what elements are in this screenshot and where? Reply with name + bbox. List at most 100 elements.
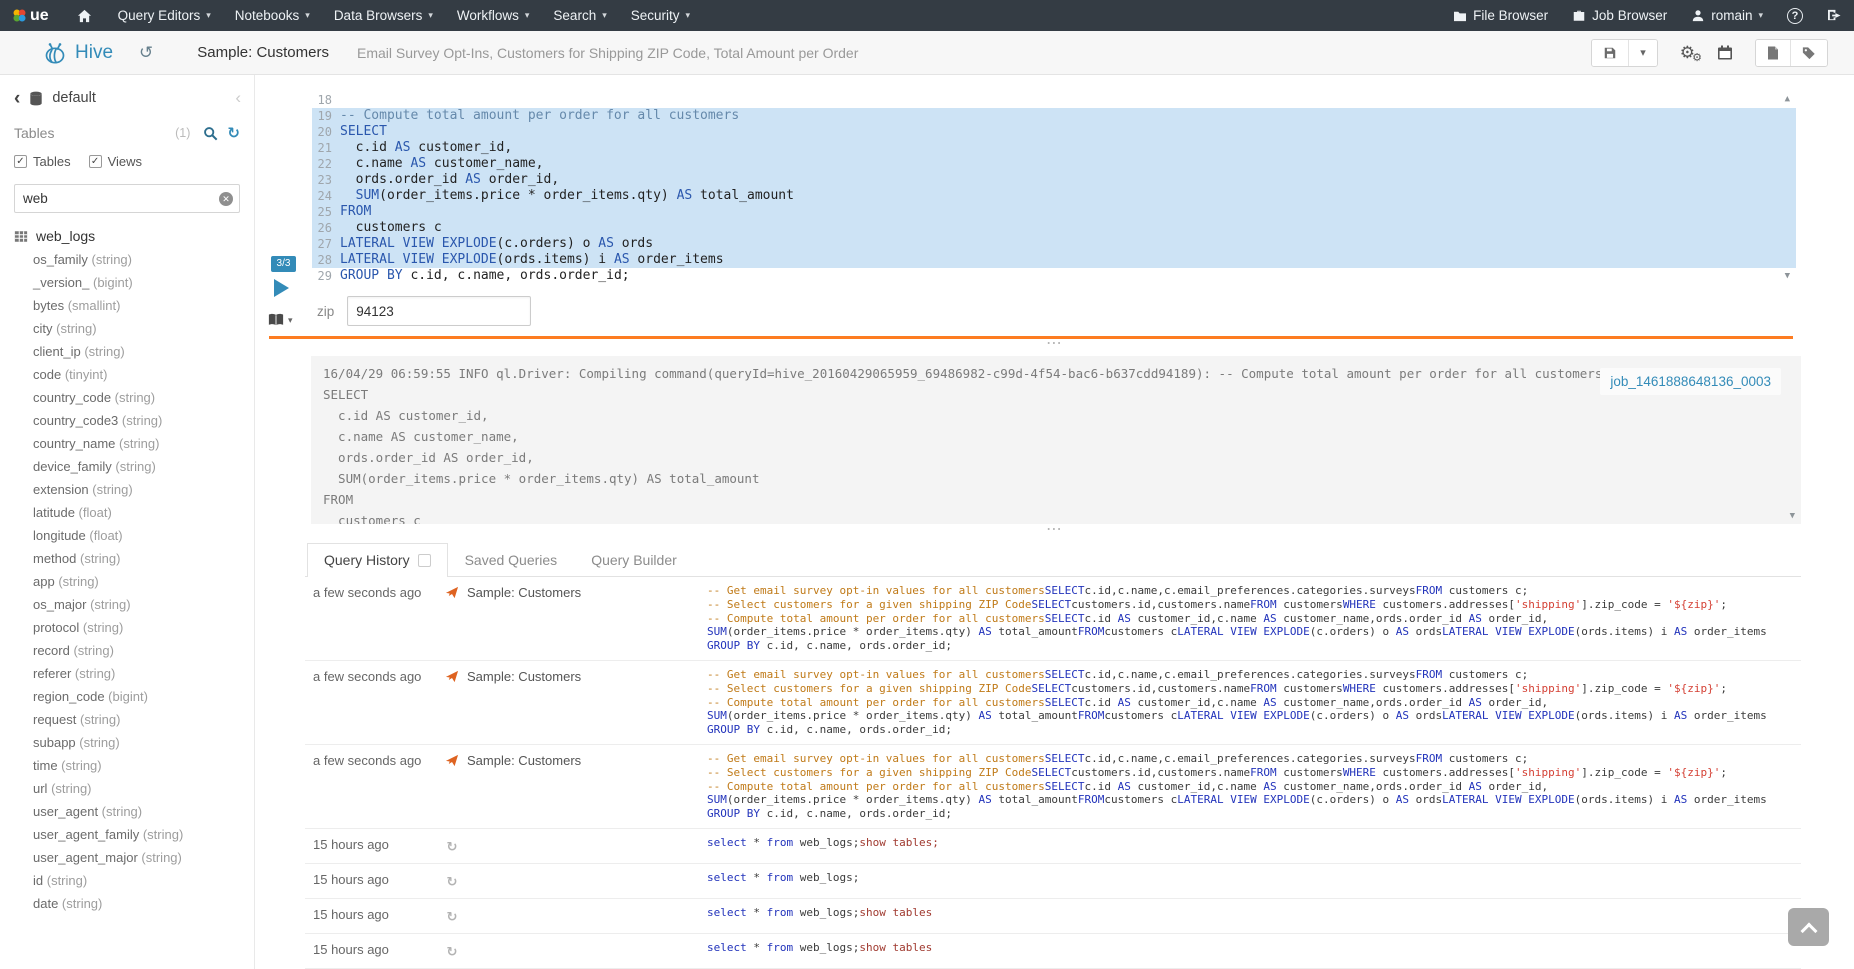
column-item[interactable]: os_major (string) (0, 593, 254, 616)
tab[interactable]: Query History (307, 543, 448, 577)
history-query-sql[interactable]: select * from web_logs;show tables (707, 941, 1801, 955)
topnav-menu[interactable]: Notebooks ▾ (223, 0, 322, 31)
editor-line[interactable]: 19 -- Compute total amount per order for… (312, 108, 1796, 124)
column-item[interactable]: os_family (string) (0, 248, 254, 271)
app-name[interactable]: Hive (75, 42, 113, 64)
history-row[interactable]: 15 hours ago ↻ select * from web_logs;sh… (305, 829, 1801, 864)
job-link[interactable]: job_1461888648136_0003 (1600, 368, 1781, 395)
column-item[interactable]: client_ip (string) (0, 340, 254, 363)
history-row[interactable]: a few seconds ago ↻ Sample: Customers --… (305, 745, 1801, 829)
column-item[interactable]: device_family (string) (0, 455, 254, 478)
history-query-name[interactable] (467, 871, 707, 872)
column-item[interactable]: user_agent_family (string) (0, 823, 254, 846)
variable-input[interactable] (347, 296, 531, 326)
column-item[interactable]: request (string) (0, 708, 254, 731)
column-item[interactable]: time (string) (0, 754, 254, 777)
tags-button[interactable] (1791, 40, 1827, 66)
history-query-sql[interactable]: select * from web_logs;show tables; (707, 836, 1801, 850)
column-item[interactable]: code (tinyint) (0, 363, 254, 386)
editor-line[interactable]: 29 GROUP BY c.id, c.name, ords.order_id; (312, 268, 1796, 284)
document-button[interactable] (1756, 40, 1791, 66)
editor-line[interactable]: 20 SELECT (312, 124, 1796, 140)
column-item[interactable]: method (string) (0, 547, 254, 570)
back-chevron[interactable]: ‹ (14, 89, 20, 108)
column-item[interactable]: user_agent_major (string) (0, 846, 254, 869)
editor-line[interactable]: 23 ords.order_id AS order_id, (312, 172, 1796, 188)
job-browser-button[interactable]: Job Browser (1560, 0, 1679, 31)
history-query-sql[interactable]: -- Get email survey opt-in values for al… (707, 668, 1801, 737)
history-row[interactable]: 15 hours ago ↻ select * from web_logs;sh… (305, 934, 1801, 969)
tab[interactable]: Saved Queries (448, 543, 575, 577)
home-button[interactable] (63, 0, 106, 31)
tables-checkbox[interactable]: ✓ Tables (14, 154, 71, 169)
editor-line[interactable]: 21 c.id AS customer_id, (312, 140, 1796, 156)
column-item[interactable]: user_agent (string) (0, 800, 254, 823)
editor-line[interactable]: 25 FROM (312, 204, 1796, 220)
scroll-to-top-button[interactable] (1788, 908, 1829, 946)
resize-grip[interactable]: ⋯ (1046, 339, 1063, 349)
editor-scroll-up-arrow[interactable]: ▲ (1785, 95, 1790, 104)
editor-line[interactable]: 28 LATERAL VIEW EXPLODE(ords.items) i AS… (312, 252, 1796, 268)
settings-gears-button[interactable]: ⚙⚙ (1680, 44, 1695, 61)
code-editor[interactable]: 18 19 -- Compute total amount per order … (312, 92, 1796, 286)
column-item[interactable]: app (string) (0, 570, 254, 593)
documentation-book-button[interactable]: ▾ (268, 313, 293, 327)
column-item[interactable]: _version_ (bigint) (0, 271, 254, 294)
column-item[interactable]: record (string) (0, 639, 254, 662)
save-button[interactable] (1592, 40, 1629, 66)
table-search-input[interactable] (14, 184, 240, 213)
execute-button[interactable] (274, 279, 289, 297)
history-query-sql[interactable]: select * from web_logs; (707, 871, 1801, 885)
editor-line[interactable]: 26 customers c (312, 220, 1796, 236)
history-query-name[interactable]: Sample: Customers (467, 584, 707, 600)
topnav-menu[interactable]: Query Editors ▾ (106, 0, 223, 31)
search-icon[interactable] (203, 126, 218, 141)
log-scroll-down-arrow[interactable]: ▼ (1790, 512, 1795, 521)
topnav-menu[interactable]: Security ▾ (619, 0, 702, 31)
save-options-button[interactable]: ▾ (1629, 40, 1657, 66)
editor-line[interactable]: 27 LATERAL VIEW EXPLODE(c.orders) o AS o… (312, 236, 1796, 252)
history-row[interactable]: a few seconds ago ↻ Sample: Customers --… (305, 577, 1801, 661)
editor-line[interactable]: 24 SUM(order_items.price * order_items.q… (312, 188, 1796, 204)
editor-line[interactable]: 22 c.name AS customer_name, (312, 156, 1796, 172)
topnav-menu[interactable]: Data Browsers ▾ (322, 0, 445, 31)
schedule-calendar-button[interactable] (1717, 45, 1733, 60)
views-checkbox[interactable]: ✓ Views (89, 154, 142, 169)
history-row[interactable]: a few seconds ago ↻ Sample: Customers --… (305, 661, 1801, 745)
column-item[interactable]: extension (string) (0, 478, 254, 501)
history-query-name[interactable] (467, 941, 707, 942)
column-item[interactable]: referer (string) (0, 662, 254, 685)
history-row[interactable]: 15 hours ago ↻ select * from web_logs; (305, 864, 1801, 899)
file-browser-button[interactable]: File Browser (1441, 0, 1560, 31)
history-query-sql[interactable]: select * from web_logs;show tables (707, 906, 1801, 920)
column-item[interactable]: region_code (bigint) (0, 685, 254, 708)
database-name[interactable]: default (52, 90, 96, 106)
column-item[interactable]: longitude (float) (0, 524, 254, 547)
clear-search-icon[interactable]: ✕ (219, 192, 233, 206)
query-history-icon[interactable]: ↺ (139, 43, 153, 63)
history-query-name[interactable]: Sample: Customers (467, 752, 707, 768)
logout-button[interactable] (1815, 0, 1854, 31)
topnav-menu[interactable]: Workflows ▾ (445, 0, 542, 31)
help-button[interactable]: ? (1775, 0, 1815, 31)
history-query-name[interactable]: Sample: Customers (467, 668, 707, 684)
history-query-name[interactable] (467, 836, 707, 837)
column-item[interactable]: country_name (string) (0, 432, 254, 455)
editor-line[interactable]: 18 (312, 92, 1796, 108)
column-item[interactable]: subapp (string) (0, 731, 254, 754)
column-item[interactable]: protocol (string) (0, 616, 254, 639)
topnav-menu[interactable]: Search ▾ (541, 0, 618, 31)
column-item[interactable]: bytes (smallint) (0, 294, 254, 317)
column-item[interactable]: date (string) (0, 892, 254, 915)
history-row[interactable]: 15 hours ago ↻ select * from web_logs;sh… (305, 899, 1801, 934)
tab[interactable]: Query Builder (574, 543, 694, 577)
user-menu[interactable]: romain ▾ (1679, 0, 1775, 31)
history-query-name[interactable] (467, 906, 707, 907)
collapse-sidebar-chevron[interactable]: ‹ (235, 88, 244, 108)
resize-grip[interactable]: ⋯ (1046, 525, 1063, 535)
history-query-sql[interactable]: -- Get email survey opt-in values for al… (707, 752, 1801, 821)
table-item[interactable]: web_logs (0, 217, 254, 248)
column-item[interactable]: country_code3 (string) (0, 409, 254, 432)
hue-logo[interactable]: ue (0, 0, 63, 31)
column-item[interactable]: latitude (float) (0, 501, 254, 524)
